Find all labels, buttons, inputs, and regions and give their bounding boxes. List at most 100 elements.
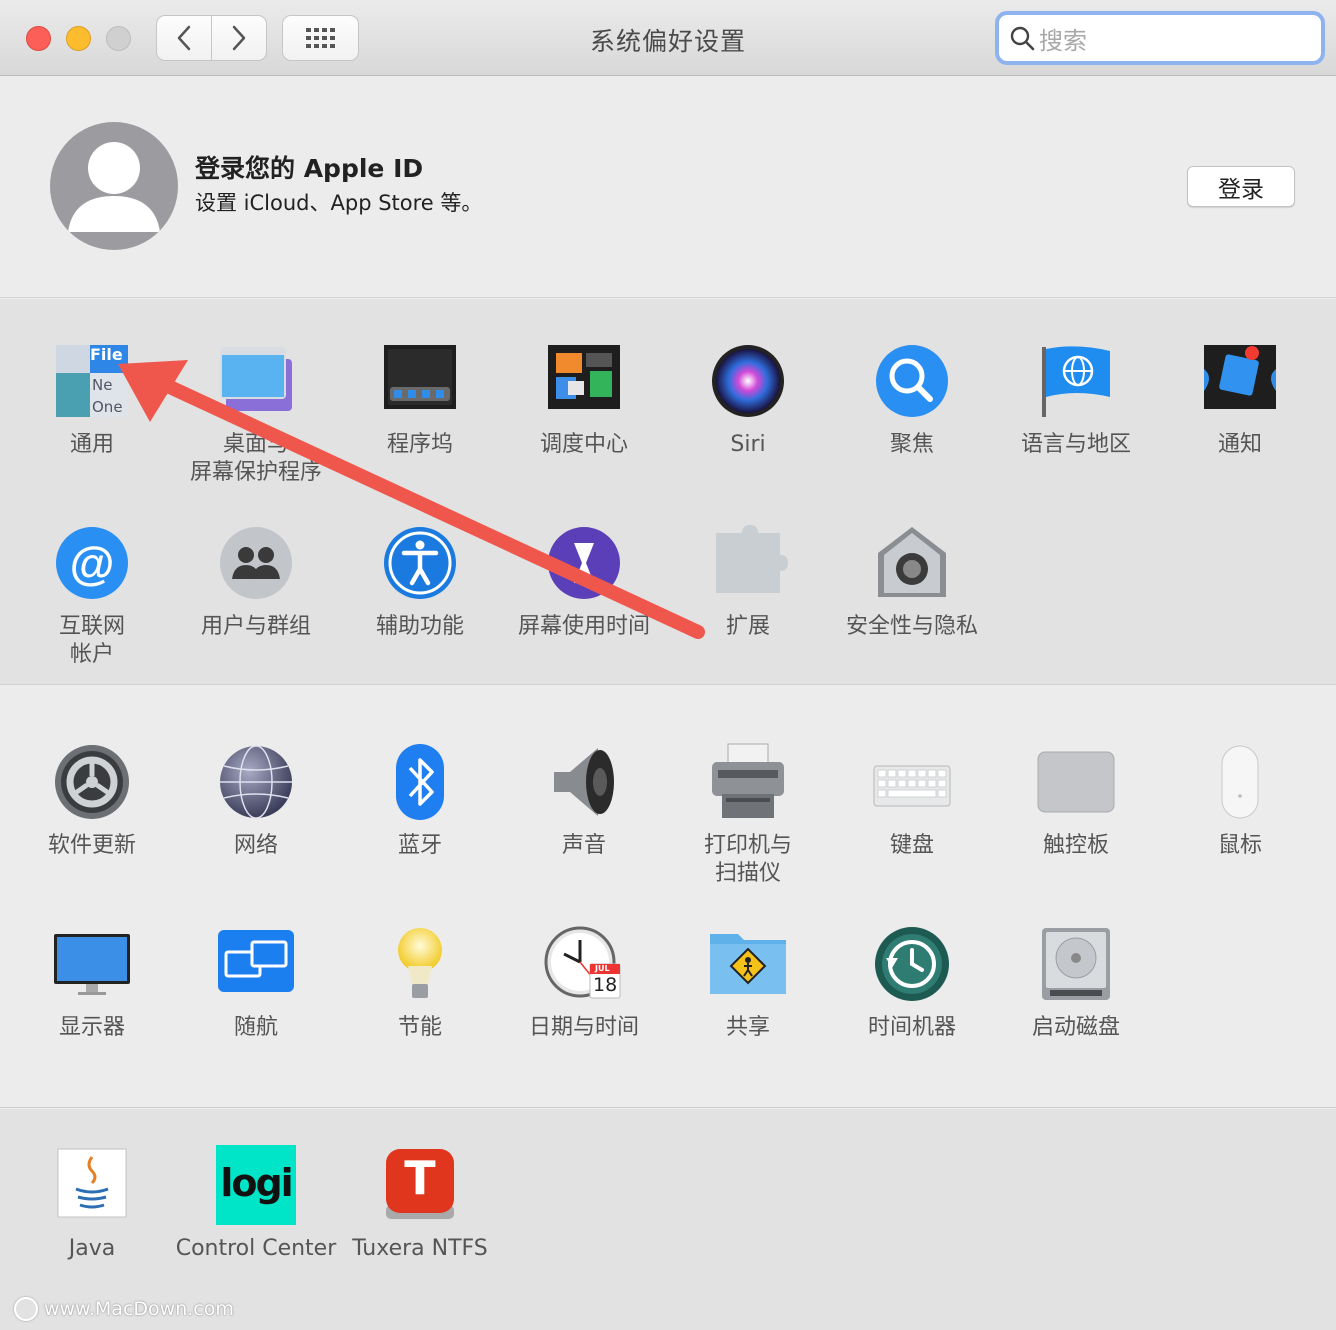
extensions-icon	[708, 523, 788, 603]
pane-label: Java	[68, 1236, 116, 1261]
pane-siri[interactable]: Siri	[666, 341, 830, 459]
hardware-prefs-section: 软件更新 网络 蓝牙 声音 打印机与 扫描仪 键盘 触控板 鼠标 显示器 随航 …	[0, 686, 1336, 1108]
pane-security-privacy[interactable]: 安全性与隐私	[830, 523, 994, 641]
pane-spotlight[interactable]: 聚焦	[830, 341, 994, 459]
pane-label: 通知	[1217, 432, 1262, 457]
general-icon-ne-text: Ne	[92, 376, 113, 394]
pane-label: Control Center	[175, 1236, 337, 1261]
logi-control-center-icon: logi	[216, 1145, 296, 1225]
pane-tuxera-ntfs[interactable]: T Tuxera NTFS	[338, 1145, 502, 1263]
screen-time-icon	[544, 523, 624, 603]
pane-displays[interactable]: 显示器	[10, 924, 174, 1042]
watermark-text: www.MacDown.com	[44, 1298, 234, 1320]
pane-internet-accounts[interactable]: @ 互联网 帐户	[10, 523, 174, 669]
siri-icon	[708, 341, 788, 421]
close-window-button[interactable]	[26, 26, 51, 51]
internet-accounts-icon: @	[52, 523, 132, 603]
minimize-window-button[interactable]	[66, 26, 91, 51]
pane-startup-disk[interactable]: 启动磁盘	[994, 924, 1158, 1042]
printer-scanner-icon	[708, 742, 788, 822]
pane-label: 共享	[725, 1015, 770, 1040]
mission-control-icon	[544, 341, 624, 421]
back-button[interactable]	[156, 15, 212, 61]
pane-sharing[interactable]: 共享	[666, 924, 830, 1042]
watermark-logo-icon	[14, 1297, 38, 1321]
pane-extensions[interactable]: 扩展	[666, 523, 830, 641]
dock-icon	[380, 341, 460, 421]
pane-users-groups[interactable]: 用户与群组	[174, 523, 338, 641]
pane-sound[interactable]: 声音	[502, 742, 666, 860]
pane-label: 用户与群组	[200, 614, 311, 639]
pane-label: 打印机与 扫描仪	[703, 833, 792, 886]
energy-saver-icon	[380, 924, 460, 1004]
pane-label: 触控板	[1042, 833, 1109, 858]
date-time-icon: JUL 18	[544, 924, 624, 1004]
mouse-icon	[1200, 742, 1280, 822]
bluetooth-icon	[380, 742, 460, 822]
pane-dock[interactable]: 程序坞	[338, 341, 502, 459]
pane-label: 互联网 帐户	[58, 614, 125, 667]
pane-notifications[interactable]: 通知	[1158, 341, 1322, 459]
pane-date-time[interactable]: JUL 18 日期与时间	[502, 924, 666, 1042]
pane-label: 键盘	[889, 833, 934, 858]
pane-label: 随航	[233, 1015, 278, 1040]
java-icon	[52, 1145, 132, 1225]
pane-time-machine[interactable]: 时间机器	[830, 924, 994, 1042]
avatar[interactable]	[50, 122, 178, 250]
title-bar: 系统偏好设置 搜索	[0, 0, 1336, 76]
pane-printers-scanners[interactable]: 打印机与 扫描仪	[666, 742, 830, 888]
zoom-window-button[interactable]	[106, 26, 131, 51]
pane-energy-saver[interactable]: 节能	[338, 924, 502, 1042]
pane-software-update[interactable]: 软件更新	[10, 742, 174, 860]
pane-label: 辅助功能	[375, 614, 464, 639]
sound-icon	[544, 742, 624, 822]
time-machine-icon	[872, 924, 952, 1004]
pane-keyboard[interactable]: 键盘	[830, 742, 994, 860]
pane-screen-time[interactable]: 屏幕使用时间	[502, 523, 666, 641]
trackpad-icon	[1036, 742, 1116, 822]
login-button[interactable]: 登录	[1187, 166, 1295, 207]
pane-logi-control-center[interactable]: logi Control Center	[174, 1145, 338, 1263]
logi-icon-text: logi	[220, 1161, 293, 1205]
watermark: www.MacDown.com	[14, 1297, 234, 1321]
pane-label: 蓝牙	[397, 833, 442, 858]
apple-id-section: 登录您的 Apple ID 设置 iCloud、App Store 等。 登录	[0, 77, 1336, 298]
pane-network[interactable]: 网络	[174, 742, 338, 860]
pane-mouse[interactable]: 鼠标	[1158, 742, 1322, 860]
pane-accessibility[interactable]: 辅助功能	[338, 523, 502, 641]
personal-prefs-section: File Ne One 通用 桌面与 屏幕保护程序 程序坞 调度中心 Siri …	[0, 299, 1336, 685]
pane-label: 网络	[233, 833, 278, 858]
tuxera-icon-text: T	[404, 1151, 436, 1205]
chevron-right-icon	[232, 25, 246, 51]
general-icon-one-text: One	[92, 398, 123, 416]
security-privacy-icon	[872, 523, 952, 603]
apple-id-title: 登录您的 Apple ID	[195, 154, 424, 183]
pane-label: 显示器	[58, 1015, 125, 1040]
calendar-month-text: JUL	[595, 964, 610, 973]
software-update-icon	[52, 742, 132, 822]
user-silhouette-icon	[68, 142, 160, 232]
pane-bluetooth[interactable]: 蓝牙	[338, 742, 502, 860]
search-field[interactable]: 搜索	[995, 11, 1325, 65]
svg-text:@: @	[70, 537, 115, 589]
tuxera-ntfs-icon: T	[380, 1145, 460, 1225]
sidecar-icon	[216, 924, 296, 1004]
pane-java[interactable]: Java	[10, 1145, 174, 1263]
pane-mission-control[interactable]: 调度中心	[502, 341, 666, 459]
show-all-button[interactable]	[282, 15, 359, 61]
startup-disk-icon	[1036, 924, 1116, 1004]
pane-language-region[interactable]: 语言与地区	[994, 341, 1158, 459]
language-region-icon	[1036, 341, 1116, 421]
keyboard-icon	[872, 742, 952, 822]
pane-sidecar[interactable]: 随航	[174, 924, 338, 1042]
forward-button[interactable]	[211, 15, 267, 61]
general-icon-file-text: File	[90, 345, 123, 364]
pane-desktop-screensaver[interactable]: 桌面与 屏幕保护程序	[174, 341, 338, 487]
chevron-left-icon	[177, 25, 191, 51]
displays-icon	[52, 924, 132, 1004]
pane-label: 调度中心	[539, 432, 628, 457]
pane-general[interactable]: File Ne One 通用	[10, 341, 174, 459]
pane-label: 聚焦	[889, 432, 934, 457]
desktop-screensaver-icon	[216, 341, 296, 421]
pane-trackpad[interactable]: 触控板	[994, 742, 1158, 860]
